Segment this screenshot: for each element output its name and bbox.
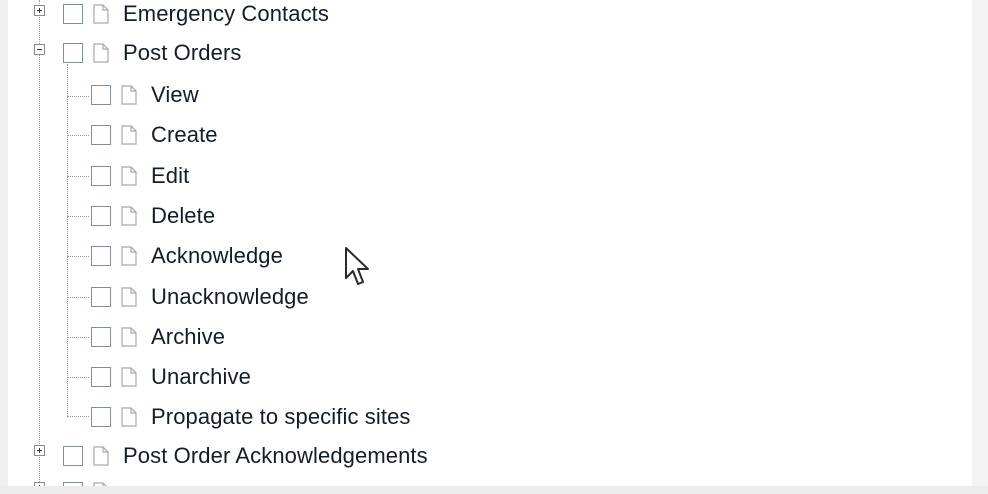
tree-node-create: Create bbox=[91, 115, 218, 155]
tree-node-unacknowledge: Unacknowledge bbox=[91, 277, 309, 317]
checkbox-icon[interactable] bbox=[91, 287, 111, 307]
checkbox-icon[interactable] bbox=[91, 125, 111, 145]
checkbox-icon[interactable] bbox=[63, 4, 83, 24]
tree-node-propagate: Propagate to specific sites bbox=[91, 397, 411, 437]
tree-node-label[interactable]: Archive bbox=[151, 324, 225, 350]
tree-node-label[interactable]: Emergency Contacts bbox=[123, 1, 329, 27]
document-icon bbox=[121, 287, 137, 307]
tree-node-label[interactable]: Edit bbox=[151, 163, 189, 189]
checkbox-icon[interactable] bbox=[91, 367, 111, 387]
tree-connector-root bbox=[39, 0, 40, 486]
tree-node-view: View bbox=[91, 75, 199, 115]
checkbox-icon[interactable] bbox=[91, 85, 111, 105]
document-icon bbox=[121, 85, 137, 105]
tree-node-label[interactable]: Unarchive bbox=[151, 364, 251, 390]
document-icon bbox=[121, 125, 137, 145]
checkbox-icon[interactable] bbox=[63, 446, 83, 466]
document-icon bbox=[121, 246, 137, 266]
checkbox-icon[interactable] bbox=[91, 246, 111, 266]
minus-square-icon[interactable] bbox=[34, 44, 45, 55]
window-frame: Emergency Contacts Post Orders View Crea… bbox=[0, 0, 988, 494]
tree-node-clipped bbox=[63, 472, 109, 486]
tree-node-label[interactable]: Acknowledge bbox=[151, 243, 283, 269]
document-icon bbox=[121, 166, 137, 186]
tree-connector bbox=[67, 416, 89, 417]
tree-connector bbox=[67, 256, 89, 257]
panel-border-bottom bbox=[0, 486, 988, 494]
document-icon bbox=[93, 446, 109, 466]
tree-node-acknowledge: Acknowledge bbox=[91, 236, 283, 276]
tree-node-label[interactable]: Delete bbox=[151, 203, 215, 229]
tree-connector bbox=[67, 216, 89, 217]
tree-node-post-order-acknowledgements: Post Order Acknowledgements bbox=[63, 436, 428, 476]
tree-connector-post-orders bbox=[67, 64, 68, 416]
panel-border-right bbox=[972, 0, 988, 494]
plus-square-icon[interactable] bbox=[34, 5, 45, 16]
permissions-tree-panel: Emergency Contacts Post Orders View Crea… bbox=[8, 0, 972, 486]
document-icon bbox=[121, 206, 137, 226]
document-icon bbox=[121, 327, 137, 347]
tree-node-edit: Edit bbox=[91, 156, 189, 196]
document-icon bbox=[121, 367, 137, 387]
tree-node-label[interactable]: Post Orders bbox=[123, 40, 241, 66]
tree-node-label[interactable]: View bbox=[151, 82, 199, 108]
tree-connector bbox=[67, 176, 89, 177]
plus-square-icon[interactable] bbox=[34, 445, 45, 456]
checkbox-icon[interactable] bbox=[91, 327, 111, 347]
tree-connector bbox=[67, 135, 89, 136]
tree-node-label[interactable]: Unacknowledge bbox=[151, 284, 309, 310]
tree-connector bbox=[67, 96, 89, 97]
tree-node-archive: Archive bbox=[91, 317, 225, 357]
document-icon bbox=[93, 4, 109, 24]
document-icon bbox=[93, 43, 109, 63]
tree-node-label[interactable]: Create bbox=[151, 122, 218, 148]
tree-node-label[interactable]: Post Order Acknowledgements bbox=[123, 443, 428, 469]
checkbox-icon[interactable] bbox=[63, 43, 83, 63]
document-icon bbox=[121, 407, 137, 427]
tree-node-post-orders: Post Orders bbox=[63, 33, 241, 73]
tree-node-delete: Delete bbox=[91, 196, 215, 236]
checkbox-icon[interactable] bbox=[91, 206, 111, 226]
tree-connector bbox=[67, 297, 89, 298]
tree-connector bbox=[67, 337, 89, 338]
tree-node-emergency-contacts: Emergency Contacts bbox=[63, 0, 329, 34]
tree-node-label[interactable]: Propagate to specific sites bbox=[151, 404, 411, 430]
checkbox-icon[interactable] bbox=[91, 407, 111, 427]
checkbox-icon[interactable] bbox=[91, 166, 111, 186]
mouse-pointer-icon bbox=[344, 246, 372, 288]
tree-connector bbox=[67, 377, 89, 378]
tree-node-unarchive: Unarchive bbox=[91, 357, 251, 397]
